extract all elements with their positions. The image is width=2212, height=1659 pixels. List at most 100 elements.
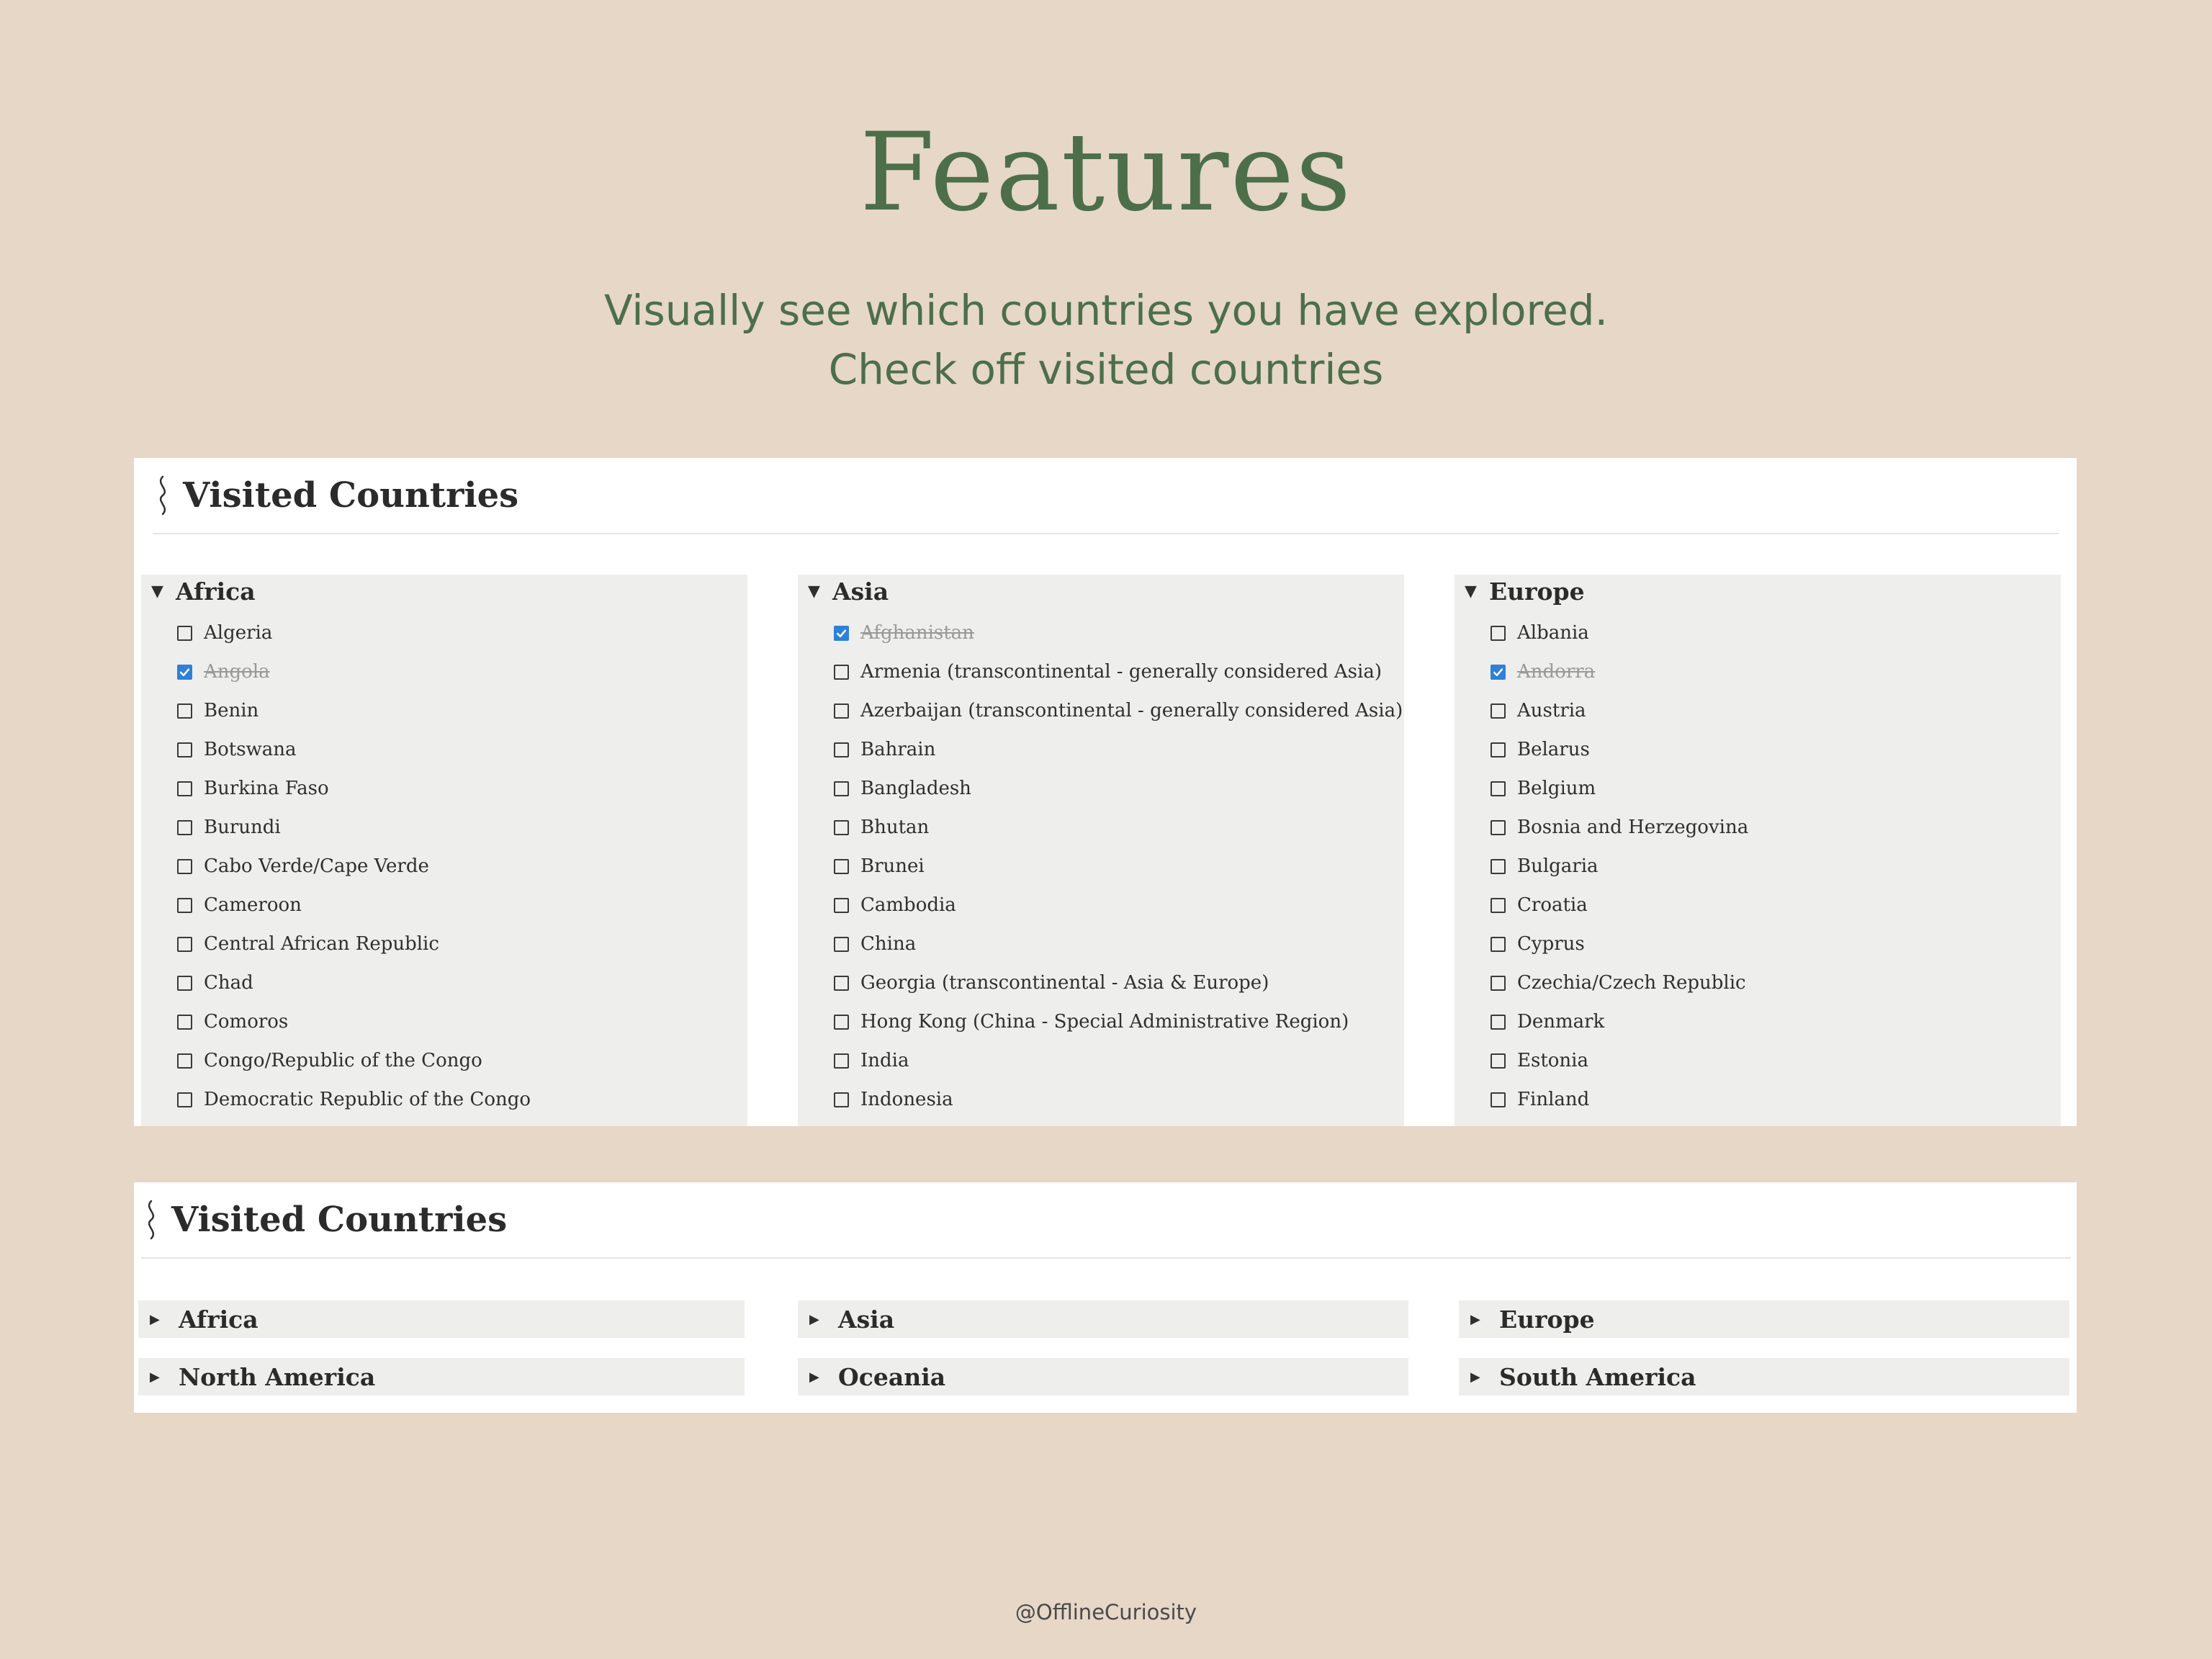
country-checkbox[interactable] bbox=[1491, 936, 1506, 952]
group-europe: ▼ Europe Albania Andorra Austria Belarus Belgi… bbox=[1455, 575, 2061, 1126]
country-label: Cameroon bbox=[204, 894, 302, 916]
country-item: Cameroon bbox=[141, 886, 747, 925]
toggle-africa[interactable]: ▶ Africa bbox=[138, 1300, 745, 1338]
country-checkbox[interactable] bbox=[177, 1014, 192, 1030]
country-checkbox[interactable] bbox=[834, 975, 849, 991]
country-checkbox[interactable] bbox=[834, 664, 849, 680]
country-checkbox[interactable] bbox=[1491, 781, 1506, 796]
country-checkbox[interactable] bbox=[1491, 742, 1506, 757]
country-list: Albania Andorra Austria Belarus Belgium Bosni… bbox=[1455, 608, 2061, 1119]
country-label: Burkina Faso bbox=[204, 778, 329, 799]
country-checkbox[interactable] bbox=[834, 858, 849, 874]
country-label: Bosnia and Herzegovina bbox=[1517, 817, 1749, 838]
country-item: Afghanistan bbox=[798, 613, 1404, 652]
country-label: Afghanistan bbox=[860, 622, 974, 644]
country-checkbox[interactable] bbox=[177, 975, 192, 991]
country-checkbox[interactable] bbox=[177, 1053, 192, 1069]
country-label: Congo/Republic of the Congo bbox=[204, 1050, 482, 1071]
country-label: Democratic Republic of the Congo bbox=[204, 1089, 531, 1110]
country-label: Benin bbox=[204, 700, 259, 721]
country-checkbox[interactable] bbox=[1491, 858, 1506, 874]
country-checkbox[interactable] bbox=[177, 897, 192, 913]
group-toggle[interactable]: ▼ Asia bbox=[798, 575, 1404, 608]
country-label: Hong Kong (China - Special Administrativ… bbox=[860, 1011, 1349, 1033]
country-label: Belgium bbox=[1517, 778, 1596, 799]
country-checkbox[interactable] bbox=[177, 936, 192, 952]
country-checkbox[interactable] bbox=[1491, 897, 1506, 913]
country-item: Angola bbox=[141, 652, 747, 691]
country-checkbox[interactable] bbox=[177, 742, 192, 757]
country-label: China bbox=[860, 933, 917, 955]
country-item: Botswana bbox=[141, 730, 747, 769]
country-item: Belarus bbox=[1455, 730, 2061, 769]
country-label: Chad bbox=[204, 972, 253, 994]
country-checkbox[interactable] bbox=[1491, 625, 1506, 641]
checkmark-icon bbox=[836, 629, 847, 637]
country-checkbox[interactable] bbox=[834, 1092, 849, 1107]
country-item: Armenia (transcontinental - generally co… bbox=[798, 652, 1404, 691]
country-checkbox[interactable] bbox=[834, 897, 849, 913]
toggle-asia[interactable]: ▶ Asia bbox=[798, 1300, 1408, 1338]
country-item: Brunei bbox=[798, 847, 1404, 886]
country-label: Central African Republic bbox=[204, 933, 439, 955]
country-item: Bangladesh bbox=[798, 769, 1404, 808]
footer-handle: @OfflineCuriosity bbox=[1015, 1600, 1197, 1624]
country-item: Democratic Republic of the Congo bbox=[141, 1080, 747, 1119]
country-label: India bbox=[860, 1050, 909, 1071]
country-checkbox[interactable] bbox=[1491, 703, 1506, 719]
country-checkbox[interactable] bbox=[177, 1092, 192, 1107]
country-checkbox[interactable] bbox=[834, 625, 849, 641]
toggle-oceania[interactable]: ▶ Oceania bbox=[798, 1358, 1408, 1395]
country-label: Bahrain bbox=[860, 739, 936, 760]
country-checkbox[interactable] bbox=[177, 781, 192, 796]
group-toggle[interactable]: ▼ Africa bbox=[141, 575, 747, 608]
group-name: Asia bbox=[832, 577, 889, 606]
toggle-label: Africa bbox=[179, 1305, 258, 1334]
country-checkbox[interactable] bbox=[177, 858, 192, 874]
country-item: India bbox=[798, 1041, 1404, 1080]
country-item: Cyprus bbox=[1455, 925, 2061, 963]
country-item: Central African Republic bbox=[141, 925, 747, 963]
country-label: Denmark bbox=[1517, 1011, 1605, 1033]
group-asia: ▼ Asia Afghanistan Armenia (transcontinenta… bbox=[798, 575, 1404, 1126]
country-checkbox[interactable] bbox=[177, 819, 192, 835]
country-label: Algeria bbox=[204, 622, 273, 644]
triangle-down-icon: ▼ bbox=[808, 582, 820, 601]
toggle-south-america[interactable]: ▶ South America bbox=[1459, 1358, 2069, 1395]
toggle-label: North America bbox=[179, 1362, 376, 1391]
country-checkbox[interactable] bbox=[1491, 1014, 1506, 1030]
country-checkbox[interactable] bbox=[834, 781, 849, 796]
triangle-down-icon: ▼ bbox=[1465, 582, 1477, 601]
country-label: Bangladesh bbox=[860, 778, 971, 799]
country-checkbox[interactable] bbox=[1491, 819, 1506, 835]
country-checkbox[interactable] bbox=[834, 1053, 849, 1069]
country-label: Burundi bbox=[204, 817, 281, 838]
country-checkbox[interactable] bbox=[1491, 664, 1506, 680]
checkmark-icon bbox=[1493, 668, 1503, 676]
toggle-north-america[interactable]: ▶ North America bbox=[138, 1358, 745, 1395]
country-item: Congo/Republic of the Congo bbox=[141, 1041, 747, 1080]
country-list: Algeria Angola Benin Botswana Burkina Faso Bu… bbox=[141, 608, 747, 1119]
country-label: Comoros bbox=[204, 1011, 289, 1033]
squiggle-icon bbox=[148, 1200, 155, 1240]
country-checkbox[interactable] bbox=[834, 703, 849, 719]
country-label: Bhutan bbox=[860, 817, 930, 838]
country-list: Afghanistan Armenia (transcontinental - g… bbox=[798, 608, 1404, 1119]
country-checkbox[interactable] bbox=[177, 703, 192, 719]
country-label: Armenia (transcontinental - generally co… bbox=[860, 661, 1382, 683]
country-item: Bhutan bbox=[798, 808, 1404, 847]
country-checkbox[interactable] bbox=[1491, 1092, 1506, 1107]
country-checkbox[interactable] bbox=[834, 742, 849, 757]
country-checkbox[interactable] bbox=[834, 1014, 849, 1030]
toggle-europe[interactable]: ▶ Europe bbox=[1459, 1300, 2069, 1338]
country-label: Belarus bbox=[1517, 739, 1590, 760]
country-checkbox[interactable] bbox=[177, 664, 192, 680]
panel-header: Visited Countries bbox=[153, 458, 2059, 534]
group-toggle[interactable]: ▼ Europe bbox=[1455, 575, 2061, 608]
country-checkbox[interactable] bbox=[177, 625, 192, 641]
country-checkbox[interactable] bbox=[1491, 1053, 1506, 1069]
toggle-label: Asia bbox=[838, 1305, 895, 1334]
country-checkbox[interactable] bbox=[834, 819, 849, 835]
country-checkbox[interactable] bbox=[834, 936, 849, 952]
country-checkbox[interactable] bbox=[1491, 975, 1506, 991]
